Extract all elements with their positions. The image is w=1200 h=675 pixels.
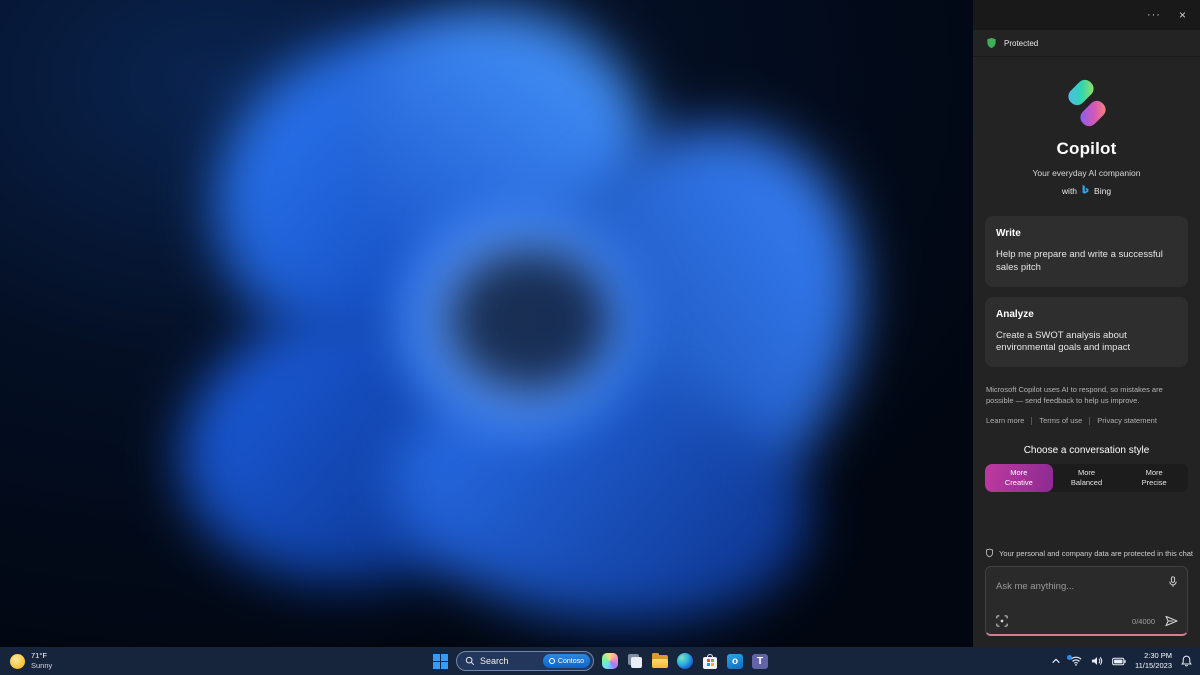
suggestion-card-write[interactable]: Write Help me prepare and write a succes… <box>985 216 1188 287</box>
desktop-wallpaper <box>90 0 970 660</box>
style-option-more-creative[interactable]: More Creative <box>985 464 1053 492</box>
contoso-badge: Contoso <box>542 654 590 668</box>
copilot-titlebar: ··· × <box>973 0 1200 30</box>
tray-time: 2:30 PM <box>1144 651 1172 661</box>
footer-links: Learn more Terms of use Privacy statemen… <box>986 416 1187 425</box>
terms-of-use-link[interactable]: Terms of use <box>1039 416 1082 425</box>
microphone-icon[interactable] <box>1168 576 1178 588</box>
copilot-title: Copilot <box>1056 139 1117 158</box>
taskbar-app-file-explorer[interactable] <box>651 652 669 670</box>
suggestion-card-analyze[interactable]: Analyze Create a SWOT analysis about env… <box>985 296 1188 368</box>
style-option-line: Creative <box>1004 478 1033 487</box>
system-tray: 2:30 PM 11/15/2023 <box>1051 651 1192 671</box>
taskbar-search[interactable]: Search Contoso <box>456 651 594 671</box>
network-status[interactable] <box>1067 655 1082 666</box>
task-view-icon <box>631 657 642 668</box>
network-badge-icon <box>1067 655 1073 660</box>
with-label: with <box>1061 185 1078 196</box>
screenshot-capture-icon[interactable] <box>996 615 1008 627</box>
taskbar-app-teams[interactable]: T <box>751 652 769 670</box>
copilot-subtitle: Your everyday AI companion <box>1032 168 1141 178</box>
card-title: Write <box>996 228 1021 239</box>
card-body: Help me prepare and write a successful s… <box>996 249 1163 273</box>
character-counter: 0/4000 <box>1132 616 1155 626</box>
shield-protected-icon <box>986 37 997 49</box>
chat-input[interactable] <box>996 581 1166 592</box>
tray-date: 11/15/2023 <box>1135 661 1172 670</box>
close-icon[interactable]: × <box>1179 9 1186 21</box>
shield-outline-icon <box>985 548 994 558</box>
privacy-statement-link[interactable]: Privacy statement <box>1097 416 1157 425</box>
weather-widget[interactable]: 71°F Sunny <box>10 651 52 671</box>
privacy-note-text: Your personal and company data are prote… <box>999 548 1194 558</box>
link-separator <box>1031 416 1033 425</box>
style-option-line: Balanced <box>1070 478 1103 487</box>
panel-spacer <box>973 492 1200 548</box>
notification-bell-icon[interactable] <box>1181 655 1192 667</box>
clock[interactable]: 2:30 PM 11/15/2023 <box>1135 651 1172 671</box>
privacy-note: Your personal and company data are prote… <box>973 548 1200 558</box>
card-body: Create a SWOT analysis about environment… <box>996 329 1131 354</box>
microsoft-store-icon <box>703 653 717 669</box>
contoso-logo-icon <box>548 658 555 664</box>
taskbar-app-edge[interactable] <box>676 652 694 670</box>
hidden-icons-chevron-icon[interactable] <box>1051 657 1061 665</box>
conversation-style-selector: More Creative More Balanced More Precise <box>985 464 1188 492</box>
weather-temperature: 71°F <box>31 651 47 661</box>
bing-label: Bing <box>1094 185 1112 196</box>
copilot-logo-icon <box>1064 76 1109 130</box>
style-option-line: More <box>1010 468 1028 478</box>
windows-logo-icon <box>432 653 448 669</box>
chat-composer[interactable]: 0/4000 <box>985 566 1188 636</box>
style-option-line: Precise <box>1141 478 1167 487</box>
desktop: ··· × Protected Copilot Your everyday AI… <box>0 0 1200 675</box>
copilot-panel: ··· × Protected Copilot Your everyday AI… <box>973 0 1200 647</box>
copilot-hero: Copilot Your everyday AI companion with … <box>973 57 1200 196</box>
taskbar-app-microsoft-store[interactable] <box>701 652 719 670</box>
conversation-style-heading: Choose a conversation style <box>1023 445 1150 456</box>
search-label: Search <box>480 656 509 666</box>
style-option-line: More <box>1077 468 1096 478</box>
weather-condition: Sunny <box>31 661 53 670</box>
taskbar-app-task-view[interactable] <box>626 652 644 670</box>
outlook-icon: o <box>727 653 743 669</box>
taskbar: 71°F Sunny Search Contoso o T 2:30 PM 11… <box>0 647 1200 675</box>
contoso-label: Contoso <box>557 657 584 665</box>
taskbar-app-outlook[interactable]: o <box>726 652 744 670</box>
composer-toolbar: 0/4000 <box>996 615 1178 627</box>
link-separator <box>1089 416 1091 425</box>
file-explorer-icon <box>652 652 668 668</box>
ai-disclaimer: Microsoft Copilot uses AI to respond, so… <box>986 385 1163 406</box>
bing-logo-icon <box>1081 185 1090 196</box>
taskbar-app-copilot[interactable] <box>601 652 619 670</box>
teams-icon: T <box>752 653 768 669</box>
start-button[interactable] <box>431 652 449 670</box>
send-icon[interactable] <box>1165 615 1178 627</box>
search-icon <box>465 656 475 666</box>
battery-icon[interactable] <box>1112 657 1126 666</box>
card-title: Analyze <box>996 308 1034 320</box>
learn-more-link[interactable]: Learn more <box>986 416 1024 425</box>
protected-badge: Protected <box>973 30 1200 57</box>
more-options-icon[interactable]: ··· <box>1147 9 1161 21</box>
volume-icon[interactable] <box>1091 656 1103 666</box>
protected-label: Protected <box>1004 38 1039 48</box>
copilot-app-icon <box>602 653 618 669</box>
bloom-petal <box>450 250 610 390</box>
edge-icon <box>677 653 693 669</box>
suggestion-cards: Write Help me prepare and write a succes… <box>985 216 1188 368</box>
style-option-more-balanced[interactable]: More Balanced <box>1053 464 1121 492</box>
with-bing-line: with Bing <box>973 185 1200 196</box>
style-option-line: More <box>1145 468 1163 478</box>
sun-icon <box>10 653 25 669</box>
taskbar-center: Search Contoso o T <box>431 651 769 671</box>
style-option-more-precise[interactable]: More Precise <box>1120 464 1188 492</box>
